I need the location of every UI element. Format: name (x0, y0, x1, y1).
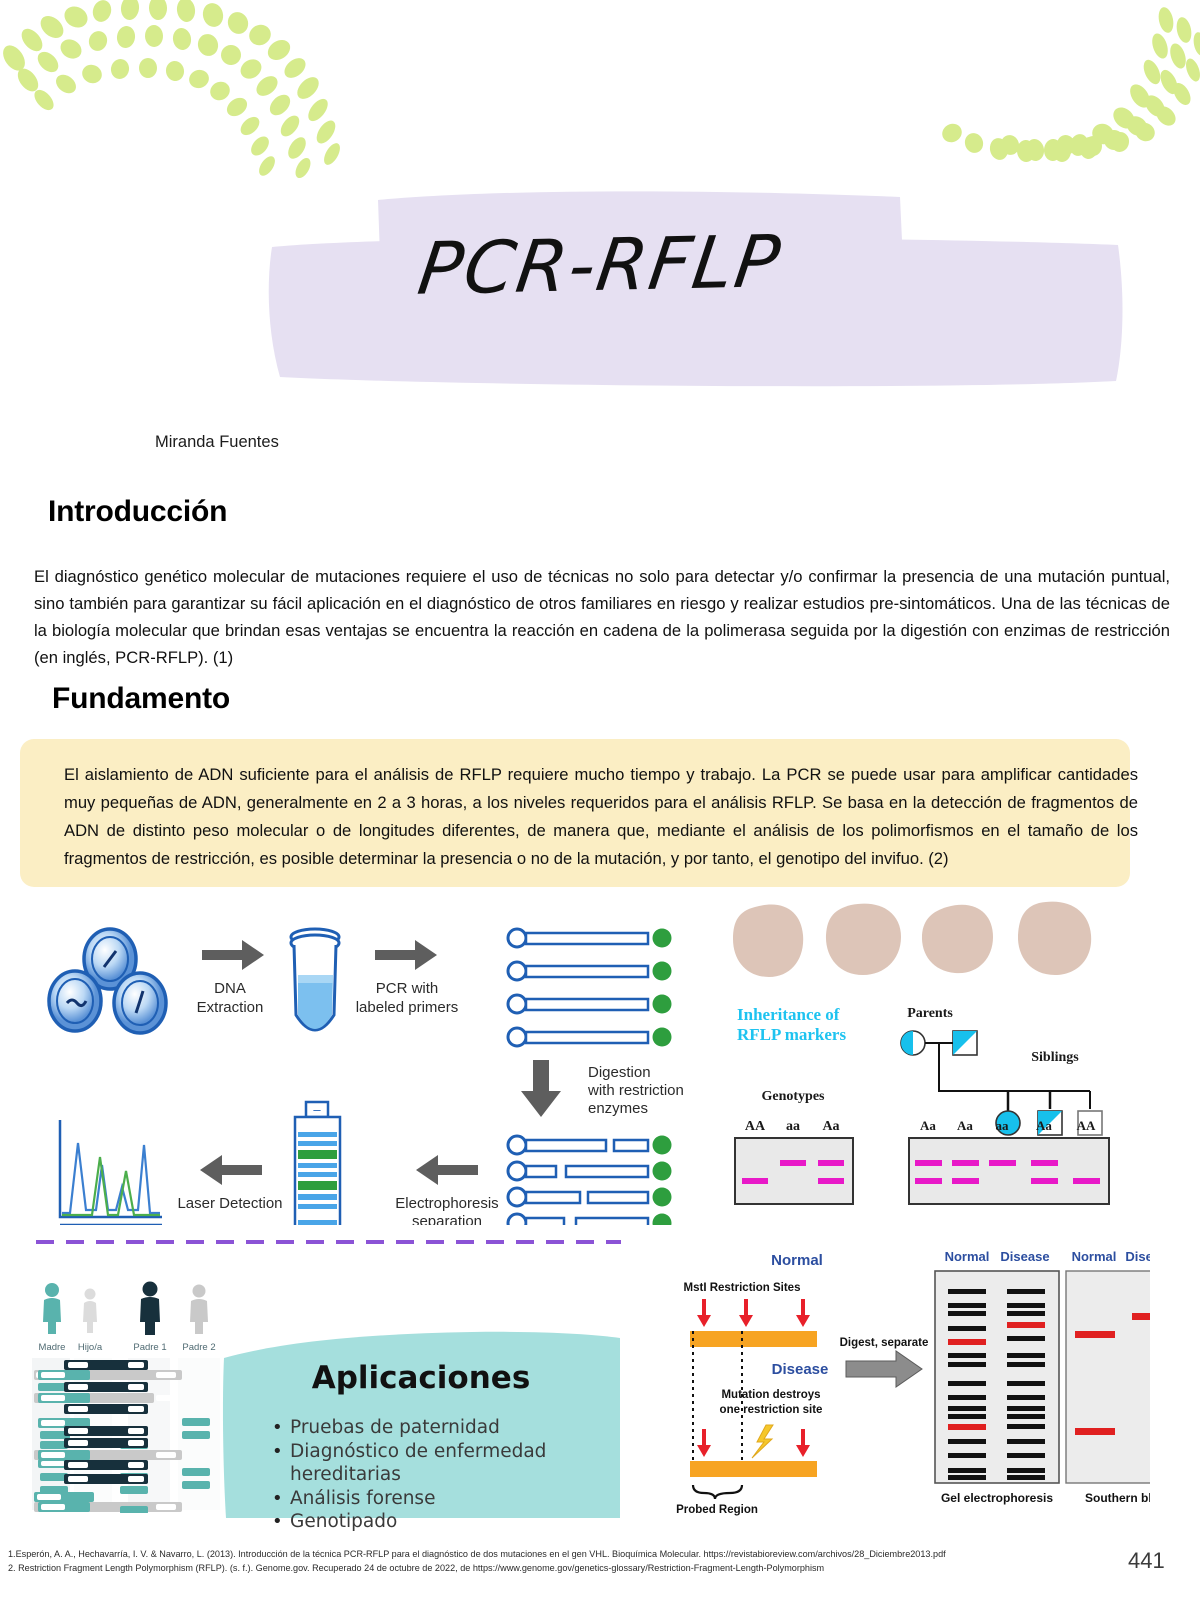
lightning-icon (751, 1424, 774, 1459)
gel-panel (934, 1270, 1060, 1484)
arrow-right-icon-1 (202, 940, 264, 970)
probed-region-brace (691, 1484, 744, 1500)
person-icons (43, 1281, 208, 1335)
blot-lane-disease-label: Disease (1125, 1249, 1150, 1264)
aplicaciones-heading: Aplicaciones (311, 1360, 531, 1396)
paternity-label-padre2: Padre 2 (182, 1342, 215, 1353)
workflow-label-electro-1: Electrophoresis (395, 1195, 498, 1212)
workflow-label-digestion-2: with restriction (587, 1082, 684, 1099)
workflow-label-digestion-1: Digestion (588, 1064, 651, 1081)
cells-icon (47, 927, 168, 1035)
reference-item-0: 1.Esperón, A. A., Hechavarría, I. V. & N… (8, 1549, 946, 1559)
family-lane-4: AA (1077, 1118, 1096, 1133)
aplicaciones-panel: Aplicaciones Pruebas de paternidad Diagn… (222, 1330, 620, 1533)
gel-lane-normal-label: Normal (945, 1249, 990, 1264)
restriction-sites-label: MstI Restriction Sites (684, 1282, 801, 1294)
gel-lane-disease-label: Disease (1000, 1249, 1049, 1264)
laser-trace-chart (58, 1120, 162, 1225)
inheritance-title-line2: RFLP markers (737, 1025, 846, 1044)
family-lane-3: Aa (1036, 1118, 1052, 1133)
blot-lane-normal-label: Normal (1072, 1249, 1117, 1264)
dna-bar-normal (690, 1331, 817, 1347)
figure-inheritance-rflp: Inheritance of RFLP markers Genotypes AA… (733, 901, 1110, 1205)
aplicacion-item-2: Análisis forense (270, 1487, 620, 1511)
person-icon-padre2 (190, 1284, 208, 1334)
genotypes-label: Genotypes (762, 1089, 826, 1104)
digest-separate-label: Digest, separate (840, 1337, 929, 1349)
restriction-disease-label: Disease (772, 1361, 829, 1378)
title-banner: PCR-RFLP (0, 185, 1200, 405)
workflow-label-dna-2: Extraction (197, 999, 264, 1016)
family-lane-0: Aa (920, 1118, 936, 1133)
heading-fundamento: Fundamento (52, 682, 230, 715)
workflow-label-electro-2: separation (412, 1213, 482, 1225)
tube-icon (289, 927, 341, 1032)
paragraph-fundamento: El aislamiento de ADN suficiente para el… (64, 765, 1138, 868)
person-icon-madre (43, 1283, 61, 1334)
workflow-label-dna-1: DNA (214, 980, 246, 997)
blot-panel (1065, 1270, 1150, 1484)
paternity-label-hijo: Hijo/a (78, 1342, 103, 1353)
blot-caption: Southern blot (1085, 1491, 1150, 1505)
person-icon-hijo (83, 1288, 97, 1333)
genotype-lane-0: AA (745, 1119, 766, 1134)
figure-restriction-southern-blot: Normal MstI Restriction Sites Disease Mu… (676, 1249, 1150, 1516)
aplicacion-item-0: Pruebas de paternidad (270, 1416, 620, 1440)
decorative-leaves-top (3, 0, 1200, 179)
dashed-divider (36, 1240, 621, 1244)
workflow-label-laser: Laser Detection (177, 1195, 282, 1212)
person-icon-padre1 (140, 1281, 160, 1335)
arrow-left-icon-1 (416, 1155, 478, 1185)
aplicaciones-list: Pruebas de paternidad Diagnóstico de enf… (270, 1416, 620, 1534)
workflow-label-pcr-1: PCR with (376, 980, 439, 997)
paternity-label-madre: Madre (39, 1342, 66, 1353)
aplicacion-item-3: Genotipado (270, 1510, 620, 1534)
svg-text:–: – (313, 1102, 321, 1117)
references-block: 1.Esperón, A. A., Hechavarría, I. V. & N… (8, 1548, 1038, 1575)
arrow-right-icon-2 (375, 940, 437, 970)
inheritance-title-line1: Inheritance of (737, 1005, 840, 1024)
mutation-note-line1: Mutation destroys (721, 1389, 820, 1401)
arrow-right-icon-digest (845, 1350, 923, 1388)
gel-caption: Gel electrophoresis (941, 1491, 1053, 1505)
figure-paternity-test: Madre Hijo/a Padre 1 Padre 2 (32, 1281, 220, 1513)
dna-fragments-intact (506, 927, 672, 1048)
restriction-normal-label: Normal (771, 1252, 823, 1269)
genotype-gel (734, 1137, 854, 1205)
page-number: 441 (1128, 1548, 1165, 1573)
family-gel (908, 1137, 1110, 1205)
dna-fragments-digested (506, 1134, 672, 1225)
arrow-down-icon (521, 1060, 561, 1117)
genotype-lane-1: aa (786, 1119, 800, 1134)
restriction-site-arrows-disease (697, 1429, 810, 1457)
probed-region-label: Probed Region (676, 1504, 758, 1516)
genotype-lane-2: Aa (822, 1119, 839, 1134)
author-name: Miranda Fuentes (155, 433, 279, 451)
paragraph-introduccion: El diagnóstico genético molecular de mut… (34, 567, 1170, 667)
fundamento-box: El aislamiento de ADN suficiente para el… (20, 739, 1138, 887)
arrow-left-icon-2 (200, 1155, 262, 1185)
decorative-blobs (733, 901, 1092, 977)
dna-bar-disease (690, 1461, 817, 1477)
figure-pcr-rflp-workflow: DNA Extraction PCR with labeled primers (47, 927, 684, 1225)
parents-label: Parents (907, 1006, 953, 1021)
restriction-site-arrows-normal (697, 1299, 810, 1327)
family-lane-2: aa (996, 1118, 1010, 1133)
mutation-note-line2: one restriction site (720, 1404, 823, 1416)
reference-item-1: 2. Restriction Fragment Length Polymorph… (8, 1562, 825, 1573)
siblings-label: Siblings (1031, 1050, 1079, 1065)
heading-introduccion: Introducción (48, 495, 228, 528)
workflow-label-pcr-2: labeled primers (356, 999, 459, 1016)
gel-column-icon: – (293, 1100, 342, 1225)
workflow-label-digestion-3: enzymes (588, 1100, 648, 1117)
paternity-label-padre1: Padre 1 (133, 1342, 166, 1353)
family-lane-1: Aa (957, 1118, 973, 1133)
aplicacion-item-1: Diagnóstico de enfermedad hereditarias (270, 1440, 620, 1487)
